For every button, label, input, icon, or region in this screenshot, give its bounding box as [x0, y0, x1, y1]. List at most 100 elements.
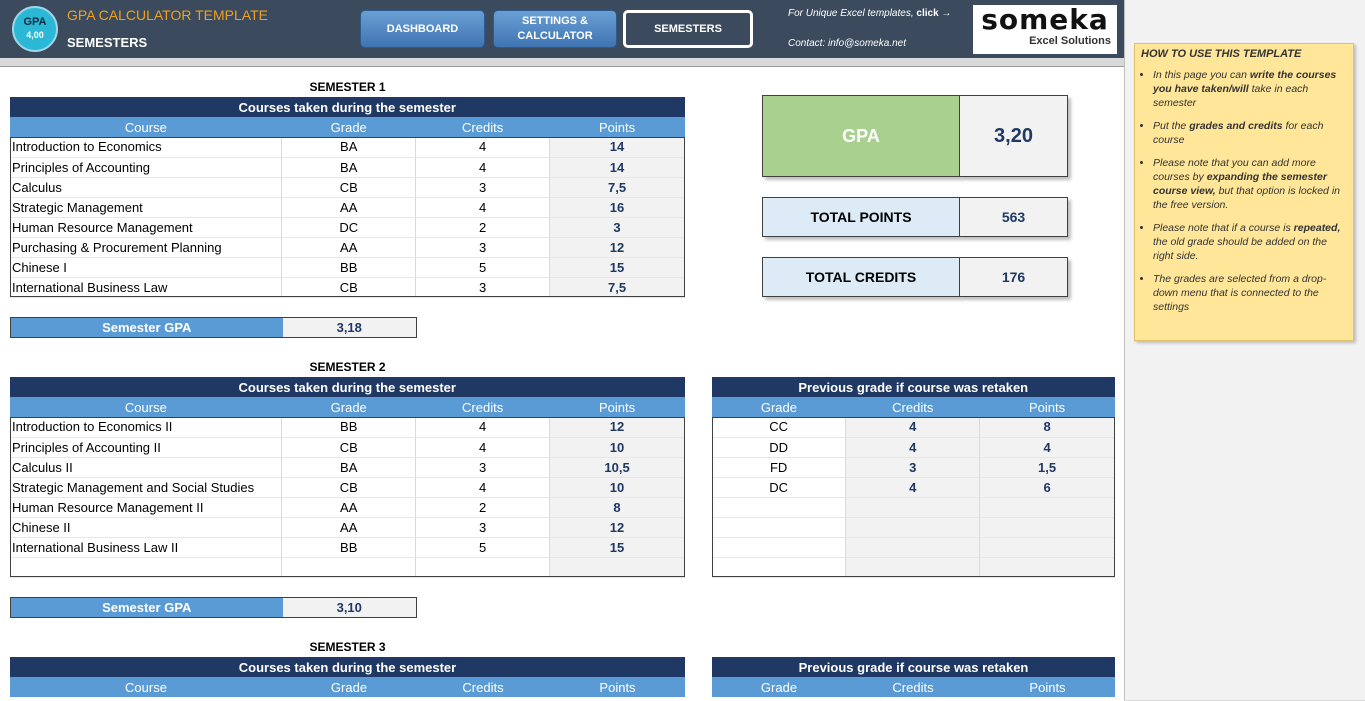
table-row: International Business Law CB 3 7,5	[10, 277, 685, 298]
course-cell[interactable]: Strategic Management	[10, 197, 283, 218]
credits-cell: 4	[845, 437, 981, 458]
col-grade: Grade	[281, 397, 416, 417]
table-row: Human Resource Management II AA 2 8	[10, 497, 685, 518]
course-cell[interactable]: Principles of Accounting II	[10, 437, 283, 458]
credits-cell[interactable]: 4	[415, 477, 551, 498]
col-grade: Grade	[712, 397, 846, 417]
points-cell: 10	[549, 437, 685, 458]
course-cell[interactable]: Strategic Management and Social Studies	[10, 477, 283, 498]
credits-cell[interactable]: 3	[415, 517, 551, 538]
course-cell[interactable]	[10, 557, 283, 578]
credits-cell[interactable]: 3	[415, 277, 551, 298]
grade-cell[interactable]: CB	[281, 277, 417, 298]
grade-cell[interactable]: BB	[281, 257, 417, 278]
grade-cell[interactable]: FD	[712, 457, 847, 478]
course-cell[interactable]: Human Resource Management II	[10, 497, 283, 518]
course-cell[interactable]: Calculus	[10, 177, 283, 198]
grade-cell[interactable]: CB	[281, 477, 417, 498]
courses-caption: Courses taken during the semester	[10, 657, 685, 677]
grade-cell[interactable]	[712, 557, 847, 578]
course-cell[interactable]: International Business Law II	[10, 537, 283, 558]
promo-text[interactable]: For Unique Excel templates, click →	[788, 8, 951, 19]
course-cell[interactable]: International Business Law	[10, 277, 283, 298]
credits-cell	[845, 537, 981, 558]
grade-cell[interactable]: CB	[281, 437, 417, 458]
grade-cell[interactable]	[712, 537, 847, 558]
semester-3-retake-table: Previous grade if course was retaken Gra…	[712, 657, 1115, 697]
course-cell[interactable]: Purchasing & Procurement Planning	[10, 237, 283, 258]
credits-cell[interactable]: 3	[415, 177, 551, 198]
course-cell[interactable]: Principles of Accounting	[10, 157, 283, 178]
credits-cell[interactable]: 4	[415, 197, 551, 218]
credits-cell[interactable]: 4	[415, 137, 551, 158]
someka-logo[interactable]: someka Excel Solutions	[973, 5, 1117, 54]
settings-calculator-button[interactable]: SETTINGS & CALCULATOR	[493, 10, 617, 48]
table-row: Purchasing & Procurement Planning AA 3 12	[10, 237, 685, 258]
grade-cell[interactable]: DC	[712, 477, 847, 498]
points-cell: 15	[549, 537, 685, 558]
brand-name: someka	[981, 3, 1109, 36]
credits-cell[interactable]: 4	[415, 417, 551, 438]
retake-caption: Previous grade if course was retaken	[712, 657, 1115, 677]
course-cell[interactable]: Human Resource Management	[10, 217, 283, 238]
credits-cell[interactable]: 4	[415, 437, 551, 458]
grade-cell[interactable]	[281, 557, 417, 578]
semesters-button[interactable]: SEMESTERS	[623, 10, 753, 48]
course-cell[interactable]: Chinese II	[10, 517, 283, 538]
table-row: FD 3 1,5	[712, 457, 1115, 478]
grade-cell[interactable]: BA	[281, 157, 417, 178]
credits-cell[interactable]: 5	[415, 537, 551, 558]
col-credits: Credits	[415, 397, 550, 417]
promo-link[interactable]: click →	[916, 8, 951, 19]
dashboard-button[interactable]: DASHBOARD	[360, 10, 485, 48]
grade-cell[interactable]	[712, 497, 847, 518]
course-cell[interactable]: Calculus II	[10, 457, 283, 478]
course-cell[interactable]: Introduction to Economics	[10, 137, 283, 158]
grade-cell[interactable]: BA	[281, 137, 417, 158]
credits-cell[interactable]: 2	[415, 497, 551, 518]
help-item: The grades are selected from a drop-down…	[1153, 272, 1347, 314]
course-cell[interactable]: Introduction to Economics II	[10, 417, 283, 438]
grade-cell[interactable]: BA	[281, 457, 417, 478]
semester-2-gpa: Semester GPA 3,10	[10, 597, 417, 618]
points-cell	[979, 557, 1115, 578]
grade-cell[interactable]: CB	[281, 177, 417, 198]
credits-cell[interactable]: 5	[415, 257, 551, 278]
table-row: DD 4 4	[712, 437, 1115, 458]
grade-cell[interactable]: AA	[281, 197, 417, 218]
semesters-button-label: SEMESTERS	[654, 22, 722, 35]
credits-cell[interactable]: 3	[415, 237, 551, 258]
table-row	[712, 557, 1115, 578]
col-points: Points	[549, 397, 685, 417]
col-points: Points	[979, 397, 1115, 417]
gpa-badge-label: GPA	[23, 16, 47, 28]
credits-cell	[845, 497, 981, 518]
grade-cell[interactable]: BB	[281, 417, 417, 438]
grade-cell[interactable]	[712, 517, 847, 538]
credits-cell[interactable]: 3	[415, 457, 551, 478]
credits-cell[interactable]	[415, 557, 551, 578]
course-cell[interactable]: Chinese I	[10, 257, 283, 278]
grade-cell[interactable]: CC	[712, 417, 847, 438]
credits-cell[interactable]: 4	[415, 157, 551, 178]
points-cell: 3	[549, 217, 685, 238]
semester-1-gpa: Semester GPA 3,18	[10, 317, 417, 338]
grade-cell[interactable]: AA	[281, 497, 417, 518]
gpa-value: 3,20	[994, 124, 1033, 147]
grade-cell[interactable]: AA	[281, 517, 417, 538]
semester-2-retake-table: Previous grade if course was retaken Gra…	[712, 377, 1115, 578]
table-row: Calculus CB 3 7,5	[10, 177, 685, 198]
col-credits: Credits	[416, 677, 550, 697]
col-course: Course	[10, 117, 282, 137]
grade-cell[interactable]: DD	[712, 437, 847, 458]
col-points: Points	[550, 677, 685, 697]
points-cell: 1,5	[979, 457, 1115, 478]
grade-cell[interactable]: BB	[281, 537, 417, 558]
points-cell: 6	[979, 477, 1115, 498]
help-item: Please note that you can add more course…	[1153, 156, 1347, 212]
grade-cell[interactable]: DC	[281, 217, 417, 238]
contact-text: Contact: info@someka.net	[788, 38, 906, 49]
credits-cell[interactable]: 2	[415, 217, 551, 238]
help-item: In this page you can write the courses y…	[1153, 68, 1347, 110]
grade-cell[interactable]: AA	[281, 237, 417, 258]
